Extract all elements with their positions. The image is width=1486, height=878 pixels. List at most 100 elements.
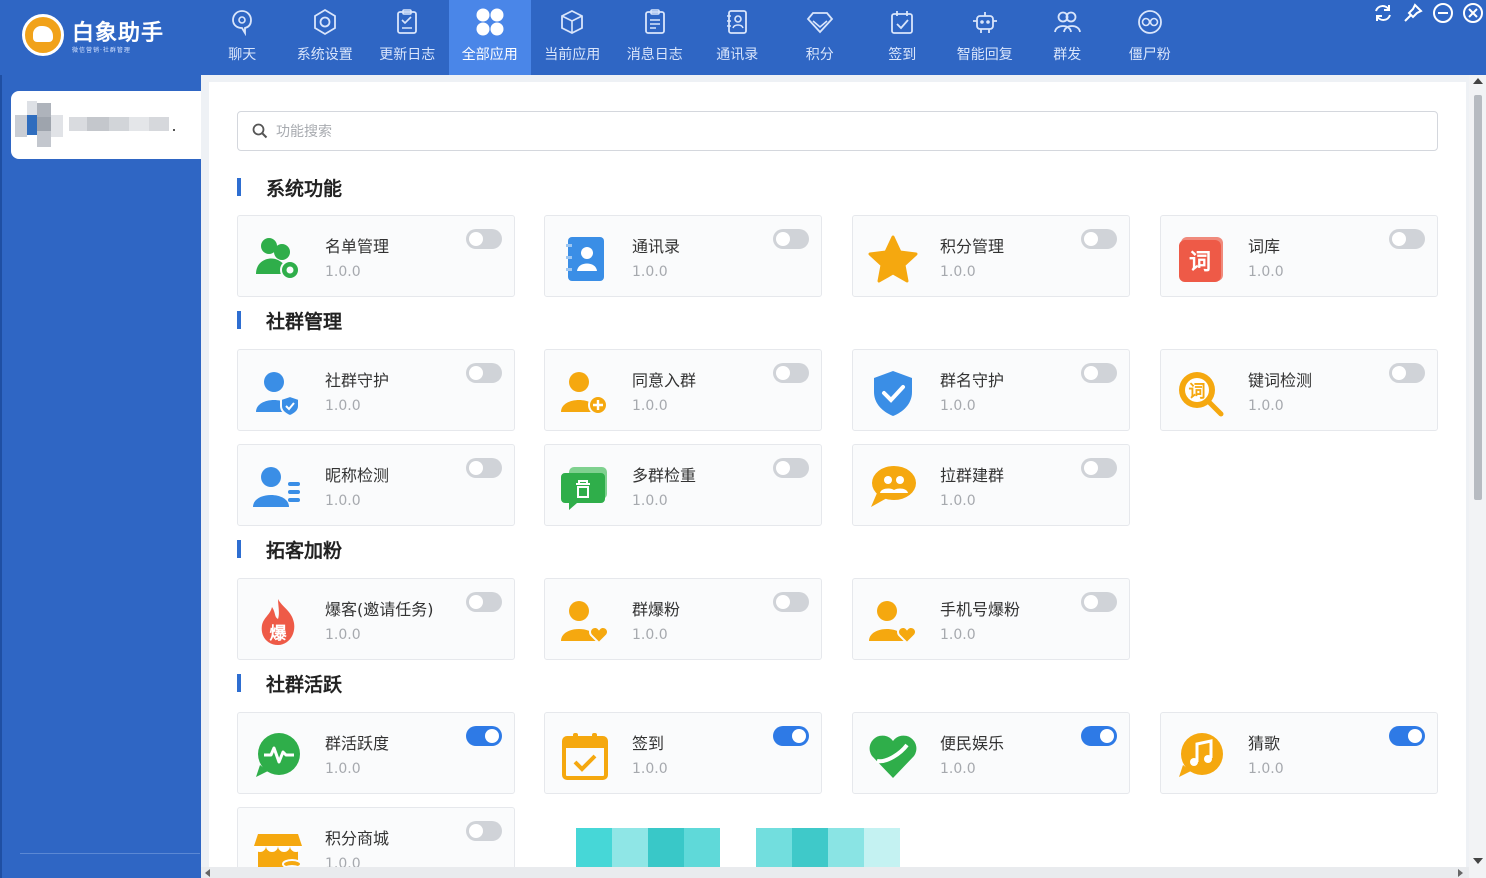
nav-tab-settings[interactable]: 系统设置 [284, 0, 367, 75]
app-card-multi-group-dedup[interactable]: 多群检重 1.0.0 [544, 444, 822, 526]
app-card-approve-join[interactable]: 同意入群 1.0.0 [544, 349, 822, 431]
nav-label: 更新日志 [379, 47, 436, 63]
fire-icon: 爆 [252, 597, 304, 647]
vertical-scrollbar[interactable] [1469, 75, 1486, 878]
pulse-chat-icon [252, 731, 304, 781]
app-toggle[interactable] [1081, 726, 1117, 746]
svg-text:爆: 爆 [270, 624, 288, 644]
nav-label: 僵尸粉 [1128, 47, 1171, 63]
app-toggle[interactable] [466, 592, 502, 612]
scroll-right-icon[interactable] [1458, 869, 1463, 877]
app-version: 1.0.0 [940, 398, 976, 414]
close-icon[interactable] [1462, 2, 1484, 24]
app-toggle[interactable] [466, 458, 502, 478]
section-title-community: 社群管理 [237, 309, 342, 333]
app-card-invite-task[interactable]: 爆 爆客(邀请任务) 1.0.0 [237, 578, 515, 660]
app-card-create-group[interactable]: 拉群建群 1.0.0 [852, 444, 1130, 526]
message-log-icon [639, 6, 671, 38]
nav-tab-smart-reply[interactable]: 智能回复 [944, 0, 1027, 75]
nav-tab-contacts[interactable]: 通讯录 [696, 0, 779, 75]
nav-tab-current-app[interactable]: 当前应用 [531, 0, 614, 75]
app-card-entertainment[interactable]: 便民娱乐 1.0.0 [852, 712, 1130, 794]
app-toggle[interactable] [773, 458, 809, 478]
user-shield-icon [252, 368, 304, 418]
app-version: 1.0.0 [325, 856, 361, 867]
minimize-icon[interactable] [1432, 2, 1454, 24]
refresh-icon[interactable] [1372, 2, 1394, 24]
app-toggle[interactable] [466, 229, 502, 249]
nav-tab-checkin[interactable]: 签到 [861, 0, 944, 75]
nav-tab-update-log[interactable]: 更新日志 [366, 0, 449, 75]
scroll-thumb[interactable] [1474, 95, 1482, 500]
nav-tab-group-send[interactable]: 群发 [1026, 0, 1109, 75]
app-card-group-activity[interactable]: 群活跃度 1.0.0 [237, 712, 515, 794]
app-toggle[interactable] [1081, 363, 1117, 383]
app-card-guess-song[interactable]: 猜歌 1.0.0 [1160, 712, 1438, 794]
app-toggle[interactable] [1081, 229, 1117, 249]
app-version: 1.0.0 [940, 493, 976, 509]
app-card-group-name-guard[interactable]: 群名守护 1.0.0 [852, 349, 1130, 431]
checkin-calendar-icon [886, 6, 918, 38]
app-card-word-library[interactable]: 词 词库 1.0.0 [1160, 215, 1438, 297]
app-name: 积分商城 [325, 829, 390, 848]
app-name: 名单管理 [325, 237, 390, 256]
zombie-fans-icon [1134, 6, 1166, 38]
app-name: 爆客(邀请任务) [325, 600, 434, 619]
horizontal-scrollbar[interactable] [201, 867, 1469, 878]
app-card-points-mall[interactable]: 积分商城 1.0.0 [237, 807, 515, 867]
star-icon [867, 234, 919, 284]
app-version: 1.0.0 [1248, 761, 1284, 777]
main-area: 功能搜索 系统功能 名单管理 1.0.0 通讯录 1.0.0 积分管理 1.0.… [201, 75, 1486, 878]
app-card-community-guard[interactable]: 社群守护 1.0.0 [237, 349, 515, 431]
nav-tab-points[interactable]: 积分 [779, 0, 862, 75]
app-toggle[interactable] [1389, 229, 1425, 249]
nav-label: 当前应用 [544, 47, 601, 63]
app-card-phone-fans[interactable]: 手机号爆粉 1.0.0 [852, 578, 1130, 660]
nav-tab-message-log[interactable]: 消息日志 [614, 0, 697, 75]
app-toggle[interactable] [773, 229, 809, 249]
app-card-points-manage[interactable]: 积分管理 1.0.0 [852, 215, 1130, 297]
app-toggle[interactable] [466, 363, 502, 383]
robot-icon [969, 6, 1001, 38]
scroll-up-icon[interactable] [1473, 78, 1483, 84]
word-library-icon: 词 [1175, 234, 1227, 284]
app-card-group-fans[interactable]: 群爆粉 1.0.0 [544, 578, 822, 660]
app-logo: 白象助手 微信营销·社群管理 [22, 12, 192, 60]
app-toggle[interactable] [773, 592, 809, 612]
app-toggle[interactable] [1081, 592, 1117, 612]
app-toggle[interactable] [773, 726, 809, 746]
app-card-nickname-detect[interactable]: 昵称检测 1.0.0 [237, 444, 515, 526]
search-input[interactable]: 功能搜索 [237, 111, 1438, 151]
account-item[interactable] [11, 91, 203, 159]
app-version: 1.0.0 [325, 627, 361, 643]
app-toggle[interactable] [466, 726, 502, 746]
settings-hexagon-icon [309, 6, 341, 38]
nav-tab-zombie-fans[interactable]: 僵尸粉 [1109, 0, 1192, 75]
app-toggle[interactable] [1081, 458, 1117, 478]
pin-icon[interactable] [1402, 2, 1424, 24]
app-name: 群活跃度 [325, 734, 390, 753]
scroll-down-icon[interactable] [1473, 858, 1483, 864]
app-toggle[interactable] [1389, 363, 1425, 383]
app-toggle[interactable] [773, 363, 809, 383]
sidebar-divider [20, 853, 200, 854]
app-version: 1.0.0 [632, 761, 668, 777]
chat-delete-icon [559, 463, 611, 513]
avatar [15, 101, 63, 147]
app-card-list-manage[interactable]: 名单管理 1.0.0 [237, 215, 515, 297]
app-toggle[interactable] [1389, 726, 1425, 746]
app-name: 群名守护 [940, 371, 1005, 390]
scroll-left-icon[interactable] [205, 869, 210, 877]
app-card-keyword-detect[interactable]: 词 键词检测 1.0.0 [1160, 349, 1438, 431]
nav-label: 聊天 [228, 47, 257, 63]
app-card-checkin[interactable]: 签到 1.0.0 [544, 712, 822, 794]
app-version: 1.0.0 [632, 627, 668, 643]
account-sidebar [0, 75, 203, 878]
section-title-acquire: 拓客加粉 [237, 538, 342, 562]
app-toggle[interactable] [466, 821, 502, 841]
nav-tab-chat[interactable]: 聊天 [201, 0, 284, 75]
app-card-contacts[interactable]: 通讯录 1.0.0 [544, 215, 822, 297]
nav-tab-all-apps[interactable]: 全部应用 [448, 0, 531, 75]
app-window: 白象助手 微信营销·社群管理 聊天 系统设置 更新日志 全部应用 当前应用 消息… [0, 0, 1486, 878]
app-version: 1.0.0 [325, 761, 361, 777]
